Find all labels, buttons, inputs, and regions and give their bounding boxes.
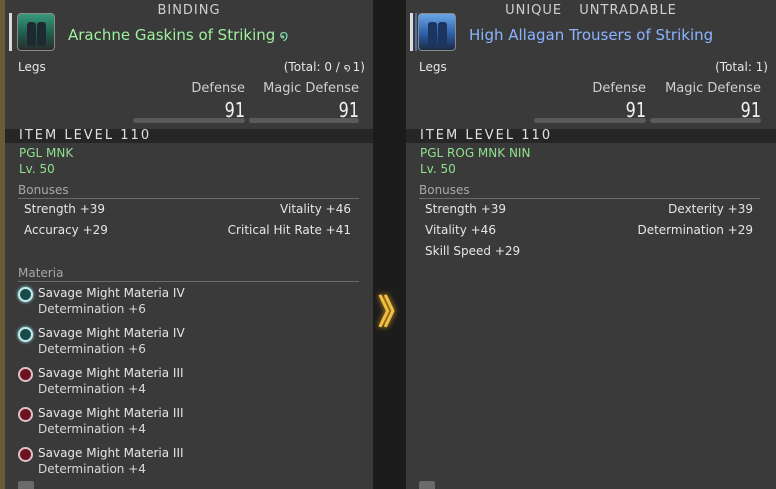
materia-name: Savage Might Materia IV [38, 286, 185, 300]
materia-red-icon [18, 367, 33, 382]
bonus-stat: Critical Hit Rate +41 [227, 223, 351, 237]
bonus-stat: Accuracy +29 [24, 223, 108, 237]
materia-bonus: Determination +4 [38, 382, 146, 396]
item-level: ITEM LEVEL 110 [19, 128, 152, 143]
flag-unique: UNIQUE [505, 3, 563, 18]
total-count: (Total: 0 / ໑ 1) [283, 60, 365, 74]
materia-might-icon [18, 327, 33, 342]
trousers-icon [418, 13, 456, 51]
bonus-stat: Vitality +46 [280, 202, 351, 216]
job-list: PGL ROG MNK NIN [420, 146, 531, 160]
magic-defense-label: Magic Defense [665, 81, 761, 96]
tooltip-marker [410, 13, 413, 51]
materia-divider [18, 281, 359, 282]
item-name: High Allagan Trousers of Striking [469, 26, 714, 44]
materia-bonus: Determination +6 [38, 342, 146, 356]
tooltip-left: BINDING Arachne Gaskins of Striking ໑ Leg… [5, 0, 373, 489]
crafter-icon [18, 481, 34, 489]
item-flags: UNIQUE UNTRADABLE [406, 3, 776, 18]
bonuses-divider [18, 198, 359, 199]
glamour-small-icon: ໑ [343, 61, 351, 74]
defense-label: Defense [191, 81, 245, 96]
item-name: Arachne Gaskins of Striking ໑ [68, 26, 289, 44]
bonus-stat: Skill Speed +29 [425, 244, 521, 258]
bonus-stat: Determination +29 [637, 223, 753, 237]
materia-red-icon [18, 407, 33, 422]
materia-bonus: Determination +4 [38, 422, 146, 436]
bonus-stat: Strength +39 [425, 202, 507, 216]
materia-bonus: Determination +6 [38, 302, 146, 316]
flag-binding: BINDING [157, 3, 221, 18]
materia-name: Savage Might Materia III [38, 446, 184, 460]
required-level: Lv. 50 [420, 162, 456, 176]
required-level: Lv. 50 [19, 162, 55, 176]
materia-might-icon [18, 287, 33, 302]
bonus-stat: Dexterity +39 [668, 202, 753, 216]
bonuses-heading: Bonuses [18, 183, 69, 197]
materia-name: Savage Might Materia III [38, 366, 184, 380]
bonus-stat: Strength +39 [24, 202, 106, 216]
flag-untradable: UNTRADABLE [579, 3, 677, 18]
item-level: ITEM LEVEL 110 [420, 128, 553, 143]
tooltip-right: UNIQUE UNTRADABLE High Allagan Trousers … [406, 0, 776, 489]
job-list: PGL MNK [19, 146, 74, 160]
bonuses-divider [419, 198, 760, 199]
magic-defense-label: Magic Defense [263, 81, 359, 96]
crafter-icon [419, 481, 435, 489]
gaskins-icon [17, 13, 55, 51]
equip-slot: Legs [18, 60, 46, 74]
materia-red-icon [18, 447, 33, 462]
magic-defense-bar [650, 118, 761, 123]
defense-label: Defense [592, 81, 646, 96]
materia-heading: Materia [18, 266, 64, 280]
item-flags: BINDING [5, 3, 373, 18]
tooltip-marker-secondary [415, 13, 417, 51]
materia-name: Savage Might Materia IV [38, 326, 185, 340]
bonuses-heading: Bonuses [419, 183, 470, 197]
tooltip-marker [9, 13, 12, 51]
defense-bar [534, 118, 646, 123]
equip-slot: Legs [419, 60, 447, 74]
materia-name: Savage Might Materia III [38, 406, 184, 420]
defense-bar [133, 118, 245, 123]
total-count: (Total: 1) [715, 60, 768, 74]
magic-defense-bar [249, 118, 359, 123]
materia-bonus: Determination +4 [38, 462, 146, 476]
glamour-swirl-icon: ໑ [279, 28, 289, 44]
bonus-stat: Vitality +46 [425, 223, 496, 237]
